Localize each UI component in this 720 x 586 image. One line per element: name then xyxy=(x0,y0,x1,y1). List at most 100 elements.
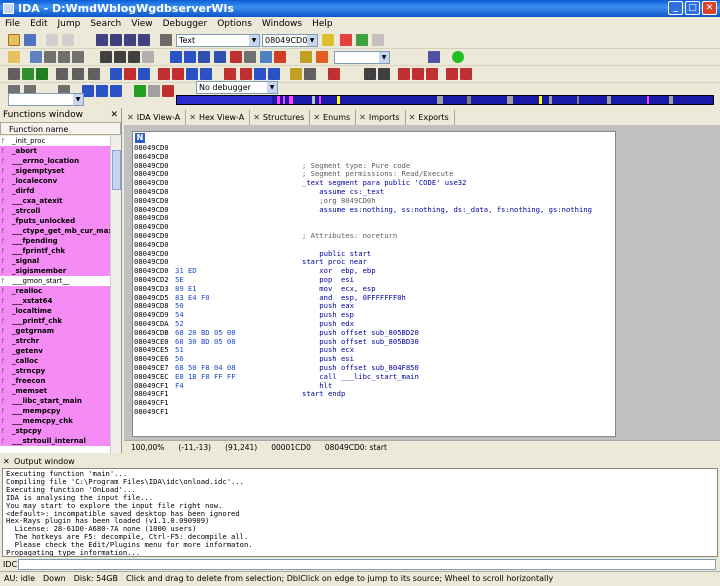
tree4-icon[interactable] xyxy=(426,68,438,80)
disasm-line[interactable]: 08049CD954 push esp xyxy=(133,311,615,320)
n-icon[interactable] xyxy=(124,68,136,80)
list-item[interactable]: ƒ_getenv xyxy=(0,346,110,356)
s2-icon[interactable] xyxy=(224,68,236,80)
segment-icon[interactable] xyxy=(198,51,210,63)
bp-icon[interactable] xyxy=(300,51,312,63)
pencil-icon[interactable] xyxy=(322,34,334,46)
disasm-line[interactable]: 08049CF1start endp xyxy=(133,390,615,399)
seg2-icon[interactable] xyxy=(186,68,198,80)
list-item[interactable]: ƒ___mempcpy xyxy=(0,406,110,416)
list-item[interactable]: ƒ_strcoll xyxy=(0,206,110,216)
cross-icon[interactable] xyxy=(372,34,384,46)
line-icon[interactable] xyxy=(304,68,316,80)
s-icon[interactable] xyxy=(158,68,170,80)
maximize-button[interactable]: □ xyxy=(685,1,700,15)
list-item[interactable]: ƒ___fprintf_chk xyxy=(0,246,110,256)
menu-edit[interactable]: Edit xyxy=(25,17,52,32)
minimize-button[interactable]: _ xyxy=(668,1,683,15)
tab-hex-view[interactable]: ✕Hex View-A xyxy=(186,110,250,125)
pos-icon[interactable] xyxy=(30,51,42,63)
list-item[interactable]: ƒ_init_proc xyxy=(0,136,110,146)
list-item[interactable]: ƒ_calloc xyxy=(0,356,110,366)
view-combo[interactable]: ▼ xyxy=(8,93,84,106)
tree3-icon[interactable] xyxy=(412,68,424,80)
list-item[interactable]: ƒ___ctype_get_mb_cur_max xyxy=(0,226,110,236)
close-tab-icon[interactable]: ✕ xyxy=(409,110,416,125)
disasm-line[interactable]: 08049CECE8 1B F8 FF FF call ___libc_star… xyxy=(133,373,615,382)
chart2-icon[interactable] xyxy=(378,68,390,80)
disasm-line[interactable]: 08049CE551 push ecx xyxy=(133,346,615,355)
pause-icon[interactable] xyxy=(148,85,160,97)
list-item[interactable]: ƒ_localeconv xyxy=(0,176,110,186)
disasm-line[interactable]: 08049CD0 xyxy=(133,144,615,153)
new-icon[interactable] xyxy=(8,51,20,63)
list-item[interactable]: ƒ_dirfd xyxy=(0,186,110,196)
run-icon[interactable] xyxy=(428,51,440,63)
disasm-line[interactable]: 08049CF1 xyxy=(133,399,615,408)
str2-icon[interactable] xyxy=(200,68,212,80)
flow-icon[interactable] xyxy=(128,51,140,63)
plus-icon[interactable] xyxy=(356,34,368,46)
list-item[interactable]: ƒ_abort xyxy=(0,146,110,156)
list-item[interactable]: ƒ_sigismember xyxy=(0,266,110,276)
chart-icon[interactable] xyxy=(364,68,376,80)
k-icon[interactable] xyxy=(172,68,184,80)
offset-icon[interactable] xyxy=(138,68,150,80)
disassembly-box[interactable]: N 08049CD008049CD008049CD0; Segment type… xyxy=(132,131,616,437)
list-item[interactable]: ƒ___printf_chk xyxy=(0,316,110,326)
close-output-icon[interactable]: ✕ xyxy=(3,455,10,468)
list-item[interactable]: ƒ_realloc xyxy=(0,286,110,296)
mark-icon[interactable] xyxy=(290,68,302,80)
close-tab-icon[interactable]: ✕ xyxy=(313,110,320,125)
tab-structures[interactable]: ✕Structures xyxy=(250,110,310,125)
close-tab-icon[interactable]: ✕ xyxy=(127,110,134,125)
list-item[interactable]: ƒ___fpending xyxy=(0,236,110,246)
search-binary-icon[interactable] xyxy=(124,34,136,46)
data-dat-icon[interactable] xyxy=(72,68,84,80)
green-dot-icon[interactable] xyxy=(452,51,464,63)
disasm-line[interactable]: 08049CF1F4 hlt xyxy=(133,382,615,391)
disasm-line[interactable]: 08049CD031 ED xor ebp, ebp xyxy=(133,267,615,276)
disasm-line[interactable]: 08049CD583 E4 F0 and esp, 0FFFFFFF0h xyxy=(133,294,615,303)
type-icon[interactable] xyxy=(316,51,328,63)
list-item[interactable]: ƒ_freecon xyxy=(0,376,110,386)
menu-search[interactable]: Search xyxy=(85,17,126,32)
en-icon[interactable] xyxy=(36,68,48,80)
function-name-column[interactable]: Function name xyxy=(0,122,121,135)
output-window[interactable]: Executing function 'main'...Compiling fi… xyxy=(2,468,718,557)
code-icon[interactable] xyxy=(230,51,242,63)
close-tab-icon[interactable]: ✕ xyxy=(253,110,260,125)
binoculars-icon[interactable] xyxy=(96,34,108,46)
tree-icon[interactable] xyxy=(100,51,112,63)
h-icon[interactable] xyxy=(254,68,266,80)
stop-icon[interactable] xyxy=(162,85,174,97)
functions-scroll-thumb[interactable] xyxy=(112,150,121,190)
menu-help[interactable]: Help xyxy=(307,17,338,32)
save-icon[interactable] xyxy=(24,34,36,46)
xref-icon[interactable] xyxy=(114,51,126,63)
idc-input[interactable] xyxy=(18,559,716,570)
menu-debugger[interactable]: Debugger xyxy=(158,17,213,32)
list-item[interactable]: ƒ_localtime xyxy=(0,306,110,316)
disasm-line[interactable]: 08049CD0; Attributes: noreturn xyxy=(133,232,615,241)
search-text-icon[interactable] xyxy=(110,34,122,46)
tab-exports[interactable]: ✕Exports xyxy=(406,110,455,125)
disasm-line[interactable]: 08049CE068 30 BD 05 08 push offset sub_8… xyxy=(133,338,615,347)
array-icon[interactable] xyxy=(110,68,122,80)
list-item[interactable]: ƒ___errno_location xyxy=(0,156,110,166)
disasm-line[interactable]: 08049CD0 xyxy=(133,214,615,223)
fn-icon[interactable] xyxy=(260,51,272,63)
tree5-icon[interactable] xyxy=(446,68,458,80)
list-item[interactable]: ƒ_sigemptyset xyxy=(0,166,110,176)
g-icon[interactable] xyxy=(328,68,340,80)
functions-list[interactable]: ƒ_init_procƒ_abortƒ___errno_locationƒ_si… xyxy=(0,136,110,453)
list-item[interactable]: ƒ_strncpy xyxy=(0,366,110,376)
list-item[interactable]: ƒ_signal xyxy=(0,256,110,266)
menu-file[interactable]: File xyxy=(0,17,25,32)
disassembly-lines[interactable]: 08049CD008049CD008049CD0; Segment type: … xyxy=(133,144,615,417)
flag-icon[interactable] xyxy=(274,51,286,63)
segment-combo[interactable]: Text▼ xyxy=(176,34,260,47)
hex-view-icon[interactable] xyxy=(96,85,108,97)
data-icon[interactable] xyxy=(56,68,68,80)
close-functions-icon[interactable]: ✕ xyxy=(110,108,118,122)
